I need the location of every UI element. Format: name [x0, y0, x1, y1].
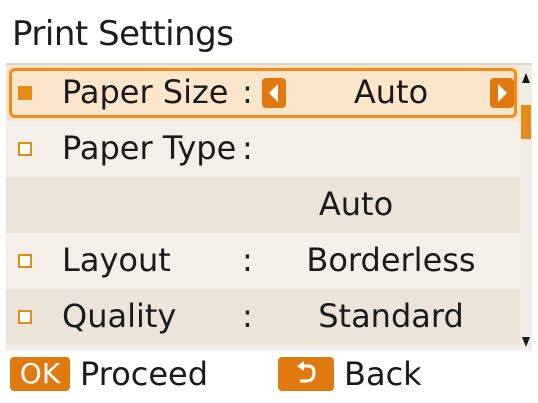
setting-label-paper-type: Paper Type [62, 129, 237, 167]
setting-label-quality: Quality [62, 297, 177, 335]
settings-list: Paper Size : Auto Paper Type : Auto Layo… [6, 65, 520, 349]
scrollbar-thumb[interactable] [521, 105, 531, 139]
setting-label-layout: Layout [62, 241, 171, 279]
setting-row-paper-size[interactable]: Paper Size : Auto [6, 65, 520, 121]
left-arrow-icon[interactable] [262, 78, 286, 108]
right-arrow-icon[interactable] [490, 78, 514, 108]
setting-colon: : [242, 241, 253, 279]
return-icon[interactable] [278, 357, 334, 391]
proceed-label: Proceed [80, 355, 209, 393]
setting-row-paper-type[interactable]: Paper Type : [6, 121, 520, 177]
setting-value-paper-type: Auto [318, 185, 394, 223]
square-checkbox-icon [18, 86, 32, 100]
header-bar: Print Settings [6, 6, 532, 65]
setting-row-paper-type-value[interactable]: Auto [6, 177, 520, 233]
setting-colon: : [242, 73, 253, 111]
setting-colon: : [242, 129, 253, 167]
setting-colon: : [242, 297, 253, 335]
footer-bar: OK Proceed Back [6, 351, 532, 397]
square-checkbox-icon [18, 142, 32, 156]
setting-row-quality[interactable]: Quality : Standard [6, 289, 520, 345]
square-checkbox-icon [18, 310, 32, 324]
scroll-down-icon[interactable] [521, 333, 531, 347]
setting-value-layout: Borderless [306, 241, 476, 279]
back-label: Back [344, 355, 422, 393]
setting-value-quality: Standard [318, 297, 464, 335]
setting-label-paper-size: Paper Size [62, 73, 229, 111]
scroll-up-icon[interactable] [521, 69, 531, 83]
scrollbar[interactable] [520, 65, 532, 349]
print-settings-screen: Print Settings Paper Size : Auto Paper T… [6, 6, 532, 397]
square-checkbox-icon [18, 254, 32, 268]
setting-row-layout[interactable]: Layout : Borderless [6, 233, 520, 289]
setting-value-paper-size: Auto [353, 73, 429, 111]
ok-button-badge[interactable]: OK [10, 357, 70, 391]
page-title: Print Settings [12, 14, 234, 54]
